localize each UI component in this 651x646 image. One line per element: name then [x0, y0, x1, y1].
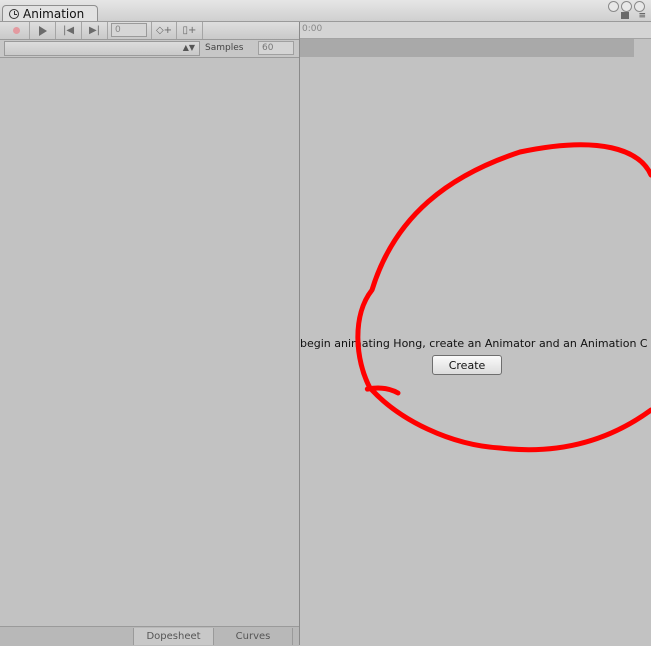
empty-state-message: begin animating Hong, create an Animator… [300, 337, 648, 350]
lock-icon[interactable] [621, 12, 629, 19]
clock-icon [9, 8, 19, 19]
create-button[interactable]: Create [432, 355, 502, 375]
play-button[interactable] [30, 22, 56, 39]
add-event-icon: ▯+ [182, 25, 197, 36]
record-icon [13, 27, 20, 34]
animation-toolbar: |◀ ▶| 0 ◇+ ▯+ [0, 22, 299, 40]
frame-field[interactable]: 0 [111, 23, 147, 37]
window-button[interactable] [621, 1, 632, 12]
menu-icon[interactable]: ≡ [638, 12, 646, 21]
view-mode-tabs: Dopesheet Curves [0, 626, 299, 646]
dropdown-arrow-icon: ▲▼ [182, 43, 195, 52]
tab-dopesheet[interactable]: Dopesheet [133, 628, 213, 645]
play-icon [38, 25, 47, 36]
clip-dropdown[interactable]: ▲▼ [4, 41, 200, 56]
prev-key-button[interactable]: |◀ [56, 22, 82, 39]
add-keyframe-button[interactable]: ◇+ [151, 22, 177, 39]
tab-bar: Animation ≡ [0, 0, 651, 22]
next-key-button[interactable]: ▶| [82, 22, 108, 39]
tab-curves[interactable]: Curves [213, 628, 293, 645]
window-button[interactable] [608, 1, 619, 12]
record-button[interactable] [4, 22, 30, 39]
timeline-panel: 0:00 begin animating Hong, create an Ani… [300, 22, 651, 645]
add-event-button[interactable]: ▯+ [177, 22, 203, 39]
add-keyframe-icon: ◇+ [155, 25, 173, 36]
timeline-header[interactable]: 0:00 [300, 22, 651, 39]
left-panel: |◀ ▶| 0 ◇+ ▯+ ▲▼ Samples 60 Dopesheet Cu… [0, 22, 299, 646]
samples-field[interactable]: 60 [258, 41, 294, 55]
prev-key-icon: |◀ [62, 25, 75, 36]
timeline-ruler[interactable] [300, 39, 634, 57]
timeline-start-label: 0:00 [302, 24, 323, 34]
clip-row: ▲▼ Samples 60 [0, 40, 299, 58]
tab-animation[interactable]: Animation [2, 5, 98, 21]
next-key-icon: ▶| [88, 25, 101, 36]
samples-label: Samples [205, 43, 244, 53]
tab-label: Animation [23, 6, 85, 21]
